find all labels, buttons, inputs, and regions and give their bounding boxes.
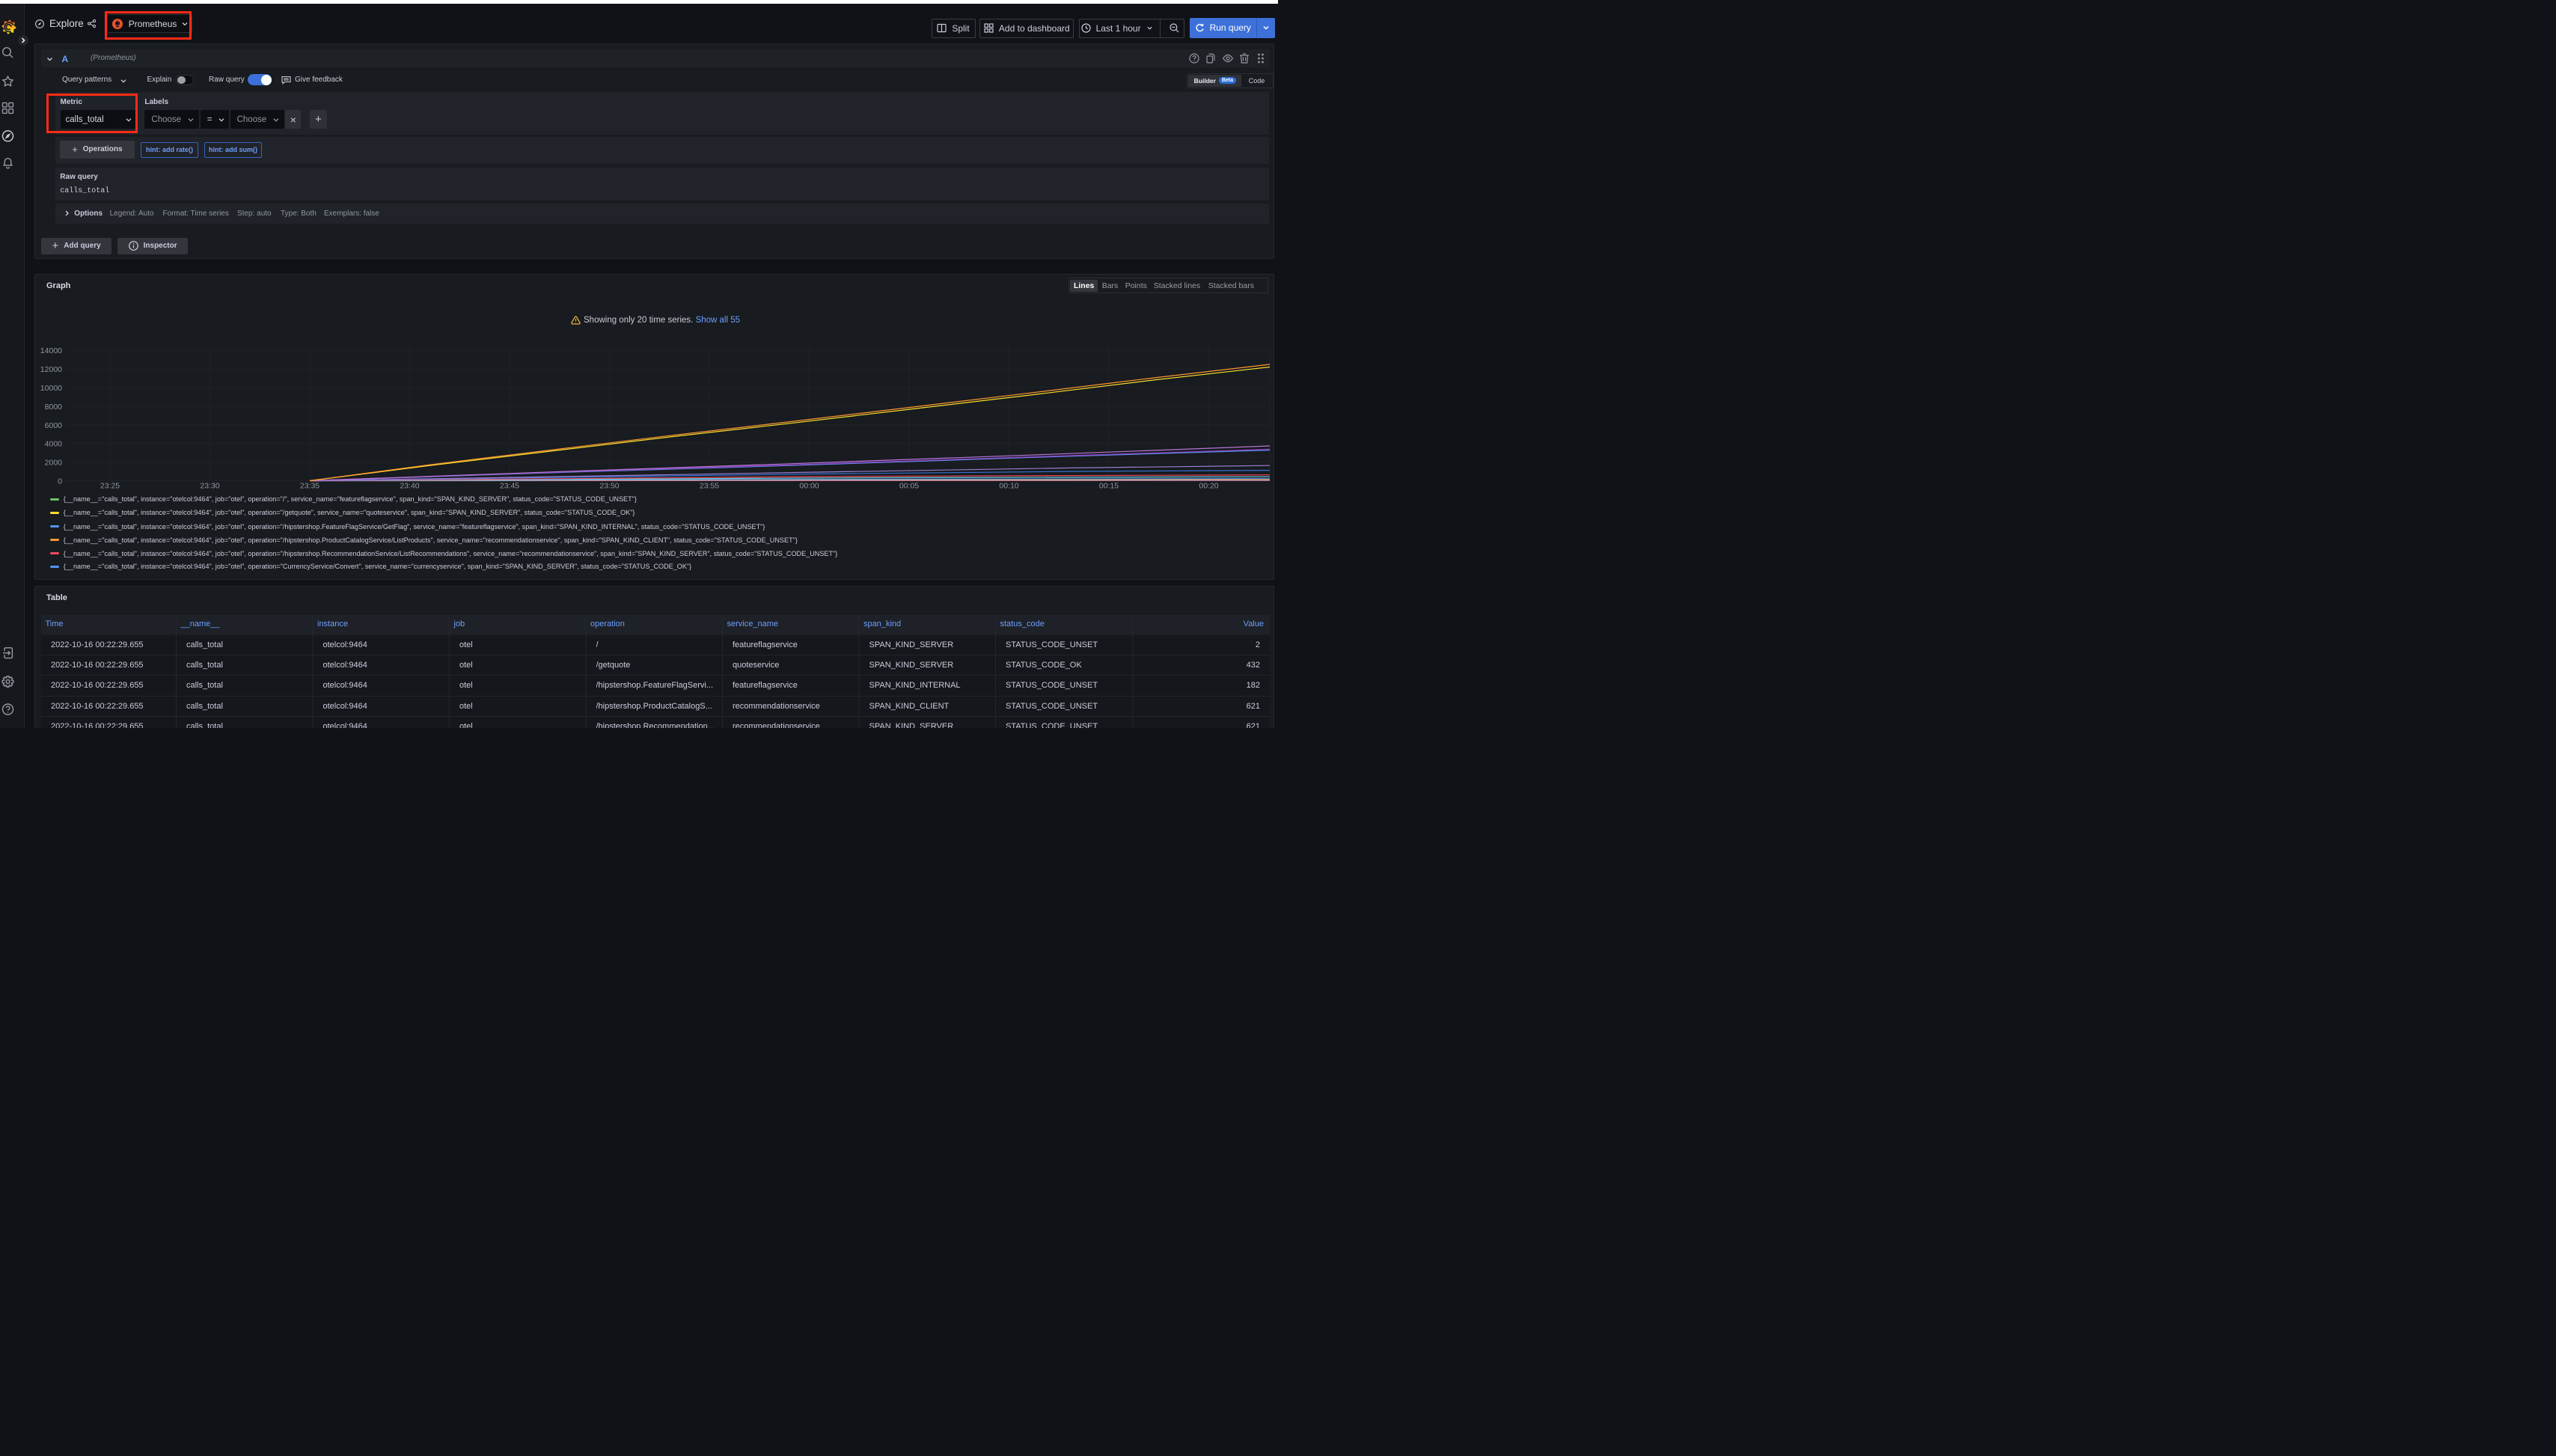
svg-text:23:45: 23:45 xyxy=(500,482,519,491)
svg-text:00:00: 00:00 xyxy=(799,482,819,491)
svg-text:00:05: 00:05 xyxy=(899,482,919,491)
svg-text:23:25: 23:25 xyxy=(100,482,120,491)
svg-text:12000: 12000 xyxy=(40,365,62,374)
svg-text:4000: 4000 xyxy=(45,440,63,449)
svg-text:0: 0 xyxy=(58,477,62,486)
svg-text:2000: 2000 xyxy=(45,459,63,468)
svg-text:23:55: 23:55 xyxy=(700,482,719,491)
svg-text:00:20: 00:20 xyxy=(1199,482,1218,491)
svg-text:23:30: 23:30 xyxy=(200,482,219,491)
svg-text:6000: 6000 xyxy=(45,421,63,430)
svg-text:10000: 10000 xyxy=(40,384,62,393)
svg-text:23:40: 23:40 xyxy=(400,482,419,491)
svg-text:00:10: 00:10 xyxy=(999,482,1018,491)
svg-text:00:15: 00:15 xyxy=(1099,482,1119,491)
svg-text:23:35: 23:35 xyxy=(300,482,320,491)
svg-text:14000: 14000 xyxy=(40,346,62,355)
svg-text:23:50: 23:50 xyxy=(599,482,619,491)
svg-text:8000: 8000 xyxy=(45,403,63,412)
